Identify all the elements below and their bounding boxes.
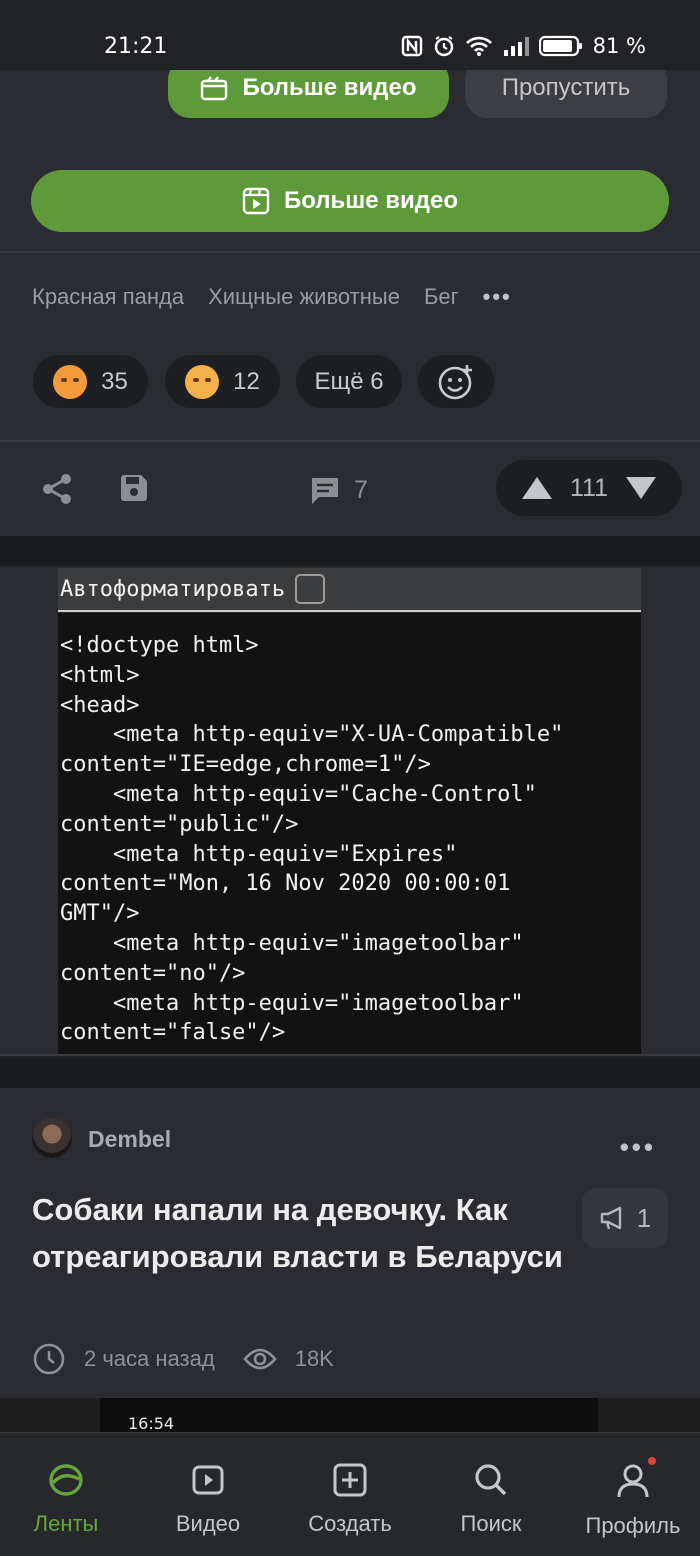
feed-separator <box>0 1058 700 1088</box>
tab-create[interactable]: Создать <box>280 1433 420 1556</box>
tab-video[interactable]: Видео <box>138 1433 278 1556</box>
tab-video-label: Видео <box>175 1511 241 1536</box>
clapperboard-icon <box>201 76 228 101</box>
autoformat-label: Автоформатировать <box>60 576 286 602</box>
comments-icon[interactable] <box>308 474 342 506</box>
sad-face-icon <box>185 364 220 399</box>
vote-control: 111 <box>496 460 682 516</box>
bottom-tab-bar: Ленты Видео Создать Поиск Профиль <box>0 1432 700 1556</box>
video-post-card: Больше видео Пропустить Больше видео Кра… <box>0 0 700 536</box>
more-video-small-label: Больше видео <box>242 74 417 101</box>
tags-more-icon[interactable]: ••• <box>483 284 512 310</box>
downvote-icon[interactable] <box>624 475 658 501</box>
profile-icon <box>617 1464 649 1498</box>
megaphone-icon <box>600 1206 621 1230</box>
code-toolbar: Автоформатировать <box>58 568 641 612</box>
tags-row: Красная панда Хищные животные Бег ••• <box>32 284 512 310</box>
reaction-hearts[interactable]: 35 <box>33 355 148 408</box>
rating-value: 111 <box>569 473 608 502</box>
eye-icon <box>243 1348 277 1370</box>
post-actions: 7 111 <box>0 444 700 534</box>
wifi-icon <box>465 36 492 56</box>
search-icon <box>475 1464 507 1496</box>
status-time: 21:21 <box>104 34 168 59</box>
post-comments-badge[interactable]: 1 <box>582 1188 668 1248</box>
skip-label: Пропустить <box>501 74 631 101</box>
video-play-icon <box>242 187 270 215</box>
tag-predators[interactable]: Хищные животные <box>208 284 400 310</box>
add-reaction-button[interactable] <box>418 355 494 408</box>
status-bar: 21:21 81 % <box>0 0 700 70</box>
feeds-icon <box>49 1464 83 1496</box>
tab-profile[interactable]: Профиль <box>563 1433 700 1556</box>
alarm-icon <box>434 36 453 57</box>
comments-count[interactable]: 7 <box>354 476 368 505</box>
code-post-card: Автоформатировать <!doctype html> <html>… <box>0 566 700 1056</box>
divider <box>0 440 700 442</box>
tab-profile-label: Профиль <box>585 1513 681 1538</box>
tag-red-panda[interactable]: Красная панда <box>32 284 184 310</box>
tab-create-label: Создать <box>308 1511 392 1536</box>
profile-notification-dot <box>648 1457 656 1465</box>
tab-feeds[interactable]: Ленты <box>0 1433 136 1556</box>
post-meta: 2 часа назад 18K <box>32 1342 334 1376</box>
post-image-preview[interactable]: 16:54 <box>0 1398 700 1432</box>
post-views: 18K <box>294 1346 334 1371</box>
tab-search-label: Поиск <box>460 1511 522 1536</box>
battery-icon <box>538 35 582 57</box>
post-comments-count: 1 <box>636 1202 652 1233</box>
battery-level: 81 % <box>592 34 646 58</box>
avatar[interactable] <box>32 1118 72 1158</box>
tag-running[interactable]: Бег <box>424 284 459 310</box>
preview-screenshot: 16:54 <box>100 1398 598 1432</box>
upvote-icon[interactable] <box>520 475 554 501</box>
author-name[interactable]: Dembel <box>88 1126 171 1153</box>
post-time: 2 часа назад <box>84 1346 215 1371</box>
post-menu-icon[interactable]: ••• <box>620 1132 656 1163</box>
create-icon <box>333 1463 367 1497</box>
tab-search[interactable]: Поиск <box>421 1433 561 1556</box>
preview-time: 16:54 <box>128 1414 175 1432</box>
reaction-sad[interactable]: 12 <box>165 355 280 408</box>
more-video-label: Больше видео <box>283 187 459 214</box>
reactions-more-label: Ещё 6 <box>314 367 384 395</box>
save-icon[interactable] <box>118 472 150 504</box>
divider <box>0 251 700 253</box>
smiling-face-with-hearts-icon <box>53 364 88 399</box>
status-icons: 81 % <box>401 34 646 58</box>
post-card[interactable]: Dembel ••• Собаки напали на девочку. Как… <box>0 1088 700 1398</box>
share-icon[interactable] <box>40 472 74 506</box>
reactions-more-button[interactable]: Ещё 6 <box>296 355 402 408</box>
clock-icon <box>33 1343 65 1375</box>
reaction-hearts-count: 35 <box>101 367 128 395</box>
more-video-button[interactable]: Больше видео <box>31 170 669 232</box>
autoformat-checkbox[interactable] <box>295 574 326 604</box>
nfc-icon <box>401 35 422 57</box>
post-title[interactable]: Собаки напали на девочку. Как отреагиров… <box>32 1186 572 1280</box>
video-icon <box>192 1465 224 1495</box>
signal-icon <box>503 37 529 56</box>
reaction-sad-count: 12 <box>233 367 260 395</box>
feed-separator <box>0 536 700 566</box>
code-content: <!doctype html> <html> <head> <meta http… <box>58 613 641 1054</box>
add-reaction-icon <box>438 364 472 399</box>
tab-feeds-label: Ленты <box>33 1511 99 1536</box>
